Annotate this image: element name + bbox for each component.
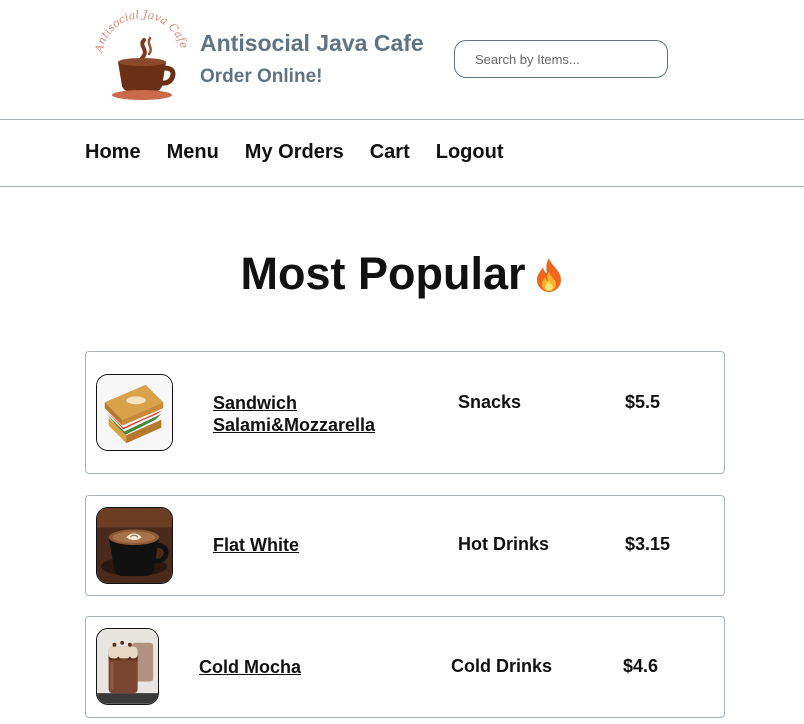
nav-menu[interactable]: Menu [167,141,219,164]
main-nav: Home Menu My Orders Cart Logout [85,141,504,164]
item-price: $4.6 [623,656,659,676]
item-category: Hot Drinks [458,534,550,554]
popular-item-card[interactable]: Sandwich Salami&Mozzarella Snacks $5.5 [85,351,725,474]
flat-white-image[interactable] [96,507,173,584]
brand-title: Antisocial Java Cafe [200,30,424,56]
item-category: Cold Drinks [451,656,553,676]
nav-home[interactable]: Home [85,141,141,164]
fire-icon [534,252,564,304]
sandwich-image[interactable] [96,374,173,451]
popular-item-card[interactable]: Cold Mocha Cold Drinks $4.6 [85,616,725,718]
coffee-cup-logo-icon: Antisocial Java Cafe [92,8,191,100]
brand-subtitle: Order Online! [200,66,323,87]
item-price: $3.15 [625,534,671,554]
header-divider [0,119,804,120]
cafe-logo[interactable]: Antisocial Java Cafe [92,8,192,105]
nav-logout[interactable]: Logout [436,141,504,164]
search-input[interactable] [454,40,668,78]
nav-my-orders[interactable]: My Orders [245,141,344,164]
page-heading: Most Popular [0,248,804,304]
item-name-link[interactable]: Sandwich Salami&Mozzarella [213,392,403,436]
item-price: $5.5 [625,392,661,412]
nav-cart[interactable]: Cart [370,141,410,164]
item-name-link[interactable]: Cold Mocha [199,656,301,678]
popular-item-card[interactable]: Flat White Hot Drinks $3.15 [85,495,725,596]
nav-divider [0,186,804,187]
item-name-link[interactable]: Flat White [213,534,299,556]
item-category: Snacks [458,392,522,412]
cold-mocha-image[interactable] [96,628,159,705]
page-title: Most Popular [240,248,526,299]
header: Antisocial Java Cafe Antisocial Java Caf… [0,0,804,120]
